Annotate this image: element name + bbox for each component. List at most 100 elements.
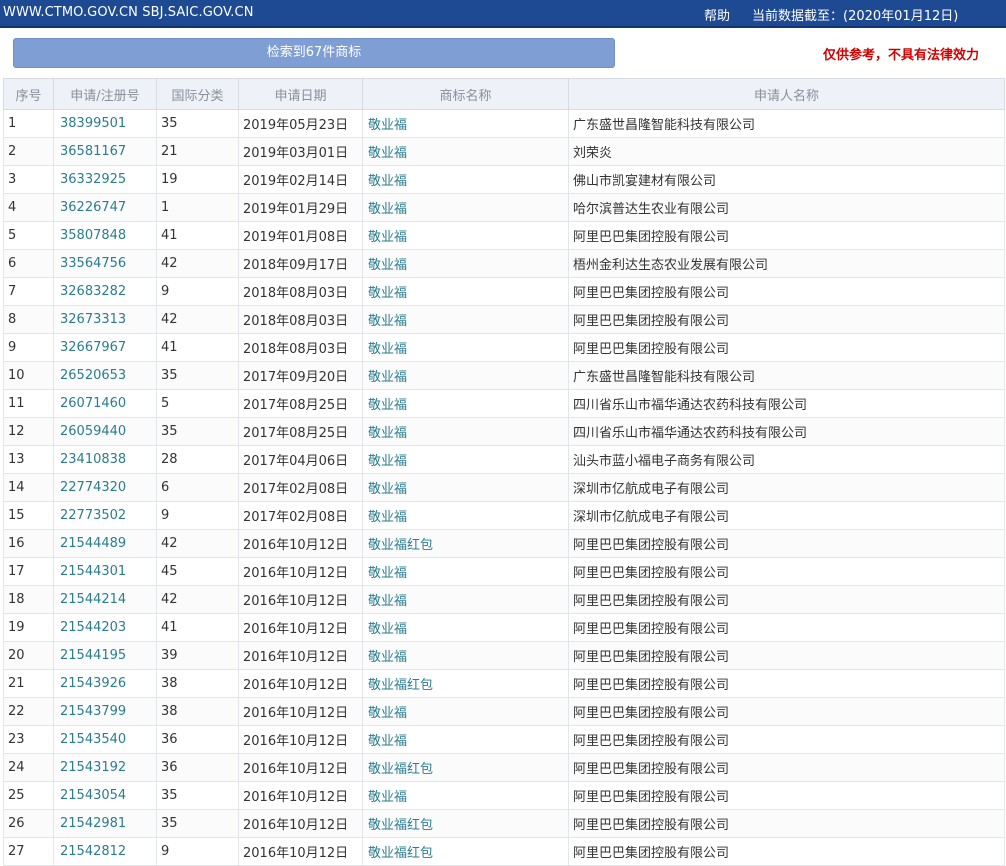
international-class-cell: 9 <box>156 277 239 306</box>
table-row: 9 32667967 41 2018年08月03日 敬业福 阿里巴巴集团控股有限公司 <box>3 333 1005 362</box>
trademark-name-link[interactable]: 敬业福 <box>368 370 407 385</box>
international-class-cell: 35 <box>156 809 239 838</box>
table-row: 3 36332925 19 2019年02月14日 敬业福 佛山市凯宴建材有限公司 <box>3 165 1005 194</box>
table-row: 10 26520653 35 2017年09月20日 敬业福 广东盛世昌隆智能科技有限公司 <box>3 361 1005 390</box>
application-date-cell: 2016年10月12日 <box>238 669 363 698</box>
trademark-name-link[interactable]: 敬业福 <box>368 258 407 273</box>
trademark-name-link[interactable]: 敬业福 <box>368 734 407 749</box>
column-header-number: 序号 <box>3 78 54 110</box>
trademark-name-cell: 敬业福 <box>362 613 569 642</box>
row-number: 20 <box>3 641 54 670</box>
international-class-cell: 28 <box>156 445 239 474</box>
table-row: 23 21543540 36 2016年10月12日 敬业福 阿里巴巴集团控股有限公司 <box>3 725 1005 754</box>
row-number: 5 <box>3 221 54 250</box>
trademark-name-link[interactable]: 敬业福 <box>368 594 407 609</box>
trademark-name-cell: 敬业福 <box>362 305 569 334</box>
applicant-name-cell: 阿里巴巴集团控股有限公司 <box>568 333 1005 362</box>
applicant-name-cell: 阿里巴巴集团控股有限公司 <box>568 697 1005 726</box>
application-date-cell: 2019年03月01日 <box>238 137 363 166</box>
trademark-name-link[interactable]: 敬业福 <box>368 790 407 805</box>
registration-number-cell: 26520653 <box>53 361 157 390</box>
registration-number-link[interactable]: 33564756 <box>60 256 126 271</box>
trademark-name-cell: 敬业福 <box>362 725 569 754</box>
row-number: 16 <box>3 529 54 558</box>
international-class-cell: 19 <box>156 165 239 194</box>
registration-number-link[interactable]: 23410838 <box>60 452 126 467</box>
trademark-name-link[interactable]: 敬业福 <box>368 622 407 637</box>
trademark-name-link[interactable]: 敬业福 <box>368 426 407 441</box>
row-number: 11 <box>3 389 54 418</box>
registration-number-cell: 32673313 <box>53 305 157 334</box>
row-number: 4 <box>3 193 54 222</box>
trademark-name-link[interactable]: 敬业福 <box>368 146 407 161</box>
trademark-name-link[interactable]: 敬业福 <box>368 510 407 525</box>
trademark-name-link[interactable]: 敬业福 <box>368 454 407 469</box>
trademark-name-link[interactable]: 敬业福红包 <box>368 846 433 861</box>
registration-number-link[interactable]: 38399501 <box>60 116 126 131</box>
registration-number-link[interactable]: 21544301 <box>60 564 126 579</box>
trademark-name-link[interactable]: 敬业福红包 <box>368 678 433 693</box>
trademark-name-link[interactable]: 敬业福 <box>368 482 407 497</box>
registration-number-link[interactable]: 26520653 <box>60 368 126 383</box>
registration-number-cell: 33564756 <box>53 249 157 278</box>
application-date-cell: 2017年09月20日 <box>238 361 363 390</box>
trademark-name-link[interactable]: 敬业福 <box>368 566 407 581</box>
trademark-name-link[interactable]: 敬业福 <box>368 342 407 357</box>
help-link[interactable]: 帮助 <box>704 5 730 24</box>
trademark-name-link[interactable]: 敬业福 <box>368 202 407 217</box>
registration-number-link[interactable]: 36332925 <box>60 172 126 187</box>
registration-number-link[interactable]: 21543799 <box>60 704 126 719</box>
application-date-cell: 2016年10月12日 <box>238 781 363 810</box>
trademark-name-link[interactable]: 敬业福 <box>368 286 407 301</box>
trademark-name-link[interactable]: 敬业福 <box>368 650 407 665</box>
site-domains: WWW.CTMO.GOV.CN SBJ.SAIC.GOV.CN <box>3 5 254 20</box>
registration-number-link[interactable]: 21542812 <box>60 844 126 859</box>
trademark-name-link[interactable]: 敬业福红包 <box>368 818 433 833</box>
application-date-cell: 2016年10月12日 <box>238 585 363 614</box>
trademark-name-link[interactable]: 敬业福 <box>368 706 407 721</box>
international-class-cell: 42 <box>156 305 239 334</box>
trademark-name-link[interactable]: 敬业福红包 <box>368 762 433 777</box>
applicant-name-cell: 阿里巴巴集团控股有限公司 <box>568 613 1005 642</box>
registration-number-link[interactable]: 21543192 <box>60 760 126 775</box>
registration-number-link[interactable]: 36581167 <box>60 144 126 159</box>
data-cutoff-date: 当前数据截至：(2020年01月12日) <box>752 9 959 24</box>
registration-number-link[interactable]: 36226747 <box>60 200 126 215</box>
table-row: 13 23410838 28 2017年04月06日 敬业福 汕头市蓝小福电子商务有限公司 <box>3 445 1005 474</box>
trademark-name-link[interactable]: 敬业福 <box>368 174 407 189</box>
registration-number-link[interactable]: 21543054 <box>60 788 126 803</box>
registration-number-link[interactable]: 32683282 <box>60 284 126 299</box>
registration-number-link[interactable]: 21542981 <box>60 816 126 831</box>
trademark-name-link[interactable]: 敬业福 <box>368 398 407 413</box>
row-number: 27 <box>3 837 54 866</box>
table-row: 18 21544214 42 2016年10月12日 敬业福 阿里巴巴集团控股有限公司 <box>3 585 1005 614</box>
trademark-name-link[interactable]: 敬业福 <box>368 230 407 245</box>
trademark-name-link[interactable]: 敬业福 <box>368 314 407 329</box>
registration-number-link[interactable]: 21543926 <box>60 676 126 691</box>
registration-number-link[interactable]: 26059440 <box>60 424 126 439</box>
table-row: 6 33564756 42 2018年09月17日 敬业福 梧州金利达生态农业发展有限公司 <box>3 249 1005 278</box>
trademark-name-link[interactable]: 敬业福红包 <box>368 538 433 553</box>
application-date-cell: 2018年08月03日 <box>238 333 363 362</box>
registration-number-link[interactable]: 22773502 <box>60 508 126 523</box>
trademark-name-link[interactable]: 敬业福 <box>368 118 407 133</box>
registration-number-link[interactable]: 35807848 <box>60 228 126 243</box>
registration-number-cell: 21543192 <box>53 753 157 782</box>
registration-number-link[interactable]: 22774320 <box>60 480 126 495</box>
application-date-cell: 2016年10月12日 <box>238 753 363 782</box>
international-class-cell: 35 <box>156 361 239 390</box>
registration-number-link[interactable]: 21544203 <box>60 620 126 635</box>
registration-number-link[interactable]: 32673313 <box>60 312 126 327</box>
row-number: 12 <box>3 417 54 446</box>
applicant-name-cell: 阿里巴巴集团控股有限公司 <box>568 753 1005 782</box>
international-class-cell: 9 <box>156 501 239 530</box>
registration-number-link[interactable]: 32667967 <box>60 340 126 355</box>
registration-number-link[interactable]: 26071460 <box>60 396 126 411</box>
registration-number-cell: 21542812 <box>53 837 157 866</box>
international-class-cell: 42 <box>156 529 239 558</box>
row-number: 23 <box>3 725 54 754</box>
registration-number-link[interactable]: 21543540 <box>60 732 126 747</box>
registration-number-link[interactable]: 21544195 <box>60 648 126 663</box>
registration-number-link[interactable]: 21544489 <box>60 536 126 551</box>
registration-number-link[interactable]: 21544214 <box>60 592 126 607</box>
